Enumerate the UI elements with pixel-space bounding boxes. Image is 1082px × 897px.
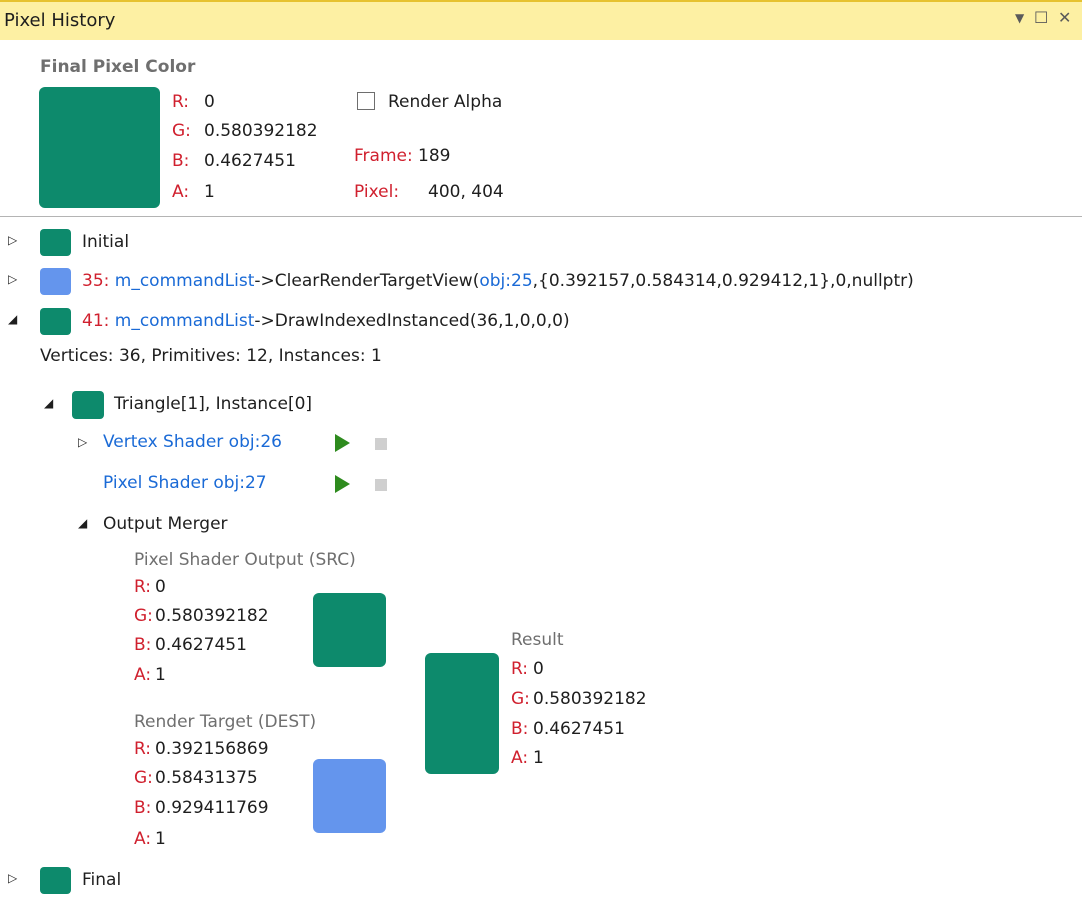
final-pixel-heading: Final Pixel Color bbox=[40, 57, 196, 77]
final-pixel-swatch bbox=[39, 87, 160, 208]
collapse-output-merger-icon[interactable]: ◢ bbox=[78, 516, 87, 530]
clear-event-row[interactable]: 35: m_commandList->ClearRenderTargetView… bbox=[82, 270, 914, 292]
final-row-label[interactable]: Final bbox=[82, 869, 121, 891]
clear-event-id: 35: bbox=[82, 271, 110, 291]
dest-g-value: 0.58431375 bbox=[155, 768, 258, 788]
dest-heading: Render Target (DEST) bbox=[134, 712, 317, 732]
dest-r-value: 0.392156869 bbox=[155, 739, 269, 759]
vertex-shader-play-icon[interactable] bbox=[335, 434, 350, 452]
result-g-value: 0.580392182 bbox=[533, 689, 647, 709]
draw-arrow: -> bbox=[254, 311, 275, 331]
expand-vertex-shader-icon[interactable]: ▷ bbox=[78, 435, 87, 449]
final-r-label: R: bbox=[172, 92, 190, 112]
dest-g-label: G: bbox=[134, 768, 153, 788]
tool-window-titlebar: Pixel History ▼ ☐ ✕ bbox=[0, 0, 1082, 40]
expand-final-icon[interactable]: ▷ bbox=[8, 871, 17, 885]
final-b-value: 0.4627451 bbox=[204, 151, 296, 171]
dest-b-label: B: bbox=[134, 798, 152, 818]
clear-call-start: ClearRenderTargetView( bbox=[274, 271, 480, 291]
render-alpha-label: Render Alpha bbox=[388, 92, 503, 112]
dest-swatch bbox=[313, 759, 386, 833]
final-a-value: 1 bbox=[204, 182, 215, 202]
final-b-label: B: bbox=[172, 151, 190, 171]
src-a-label: A: bbox=[134, 665, 152, 685]
src-heading: Pixel Shader Output (SRC) bbox=[134, 550, 356, 570]
pixel-shader-stop-icon[interactable] bbox=[375, 479, 387, 491]
frame-value: 189 bbox=[418, 146, 451, 166]
clear-swatch bbox=[40, 268, 71, 295]
result-g-label: G: bbox=[511, 689, 530, 709]
draw-call: DrawIndexedInstanced(36,1,0,0,0) bbox=[274, 311, 570, 331]
src-b-label: B: bbox=[134, 635, 152, 655]
src-r-label: R: bbox=[134, 577, 152, 597]
collapse-triangle-icon[interactable]: ◢ bbox=[44, 396, 53, 410]
frame-label: Frame: bbox=[354, 146, 413, 166]
clear-call-end: ,{0.392157,0.584314,0.929412,1},0,nullpt… bbox=[532, 271, 914, 291]
result-a-value: 1 bbox=[533, 748, 544, 768]
clear-obj-link[interactable]: obj:25 bbox=[479, 271, 532, 291]
maximize-icon[interactable]: ☐ bbox=[1034, 8, 1048, 27]
clear-object-link[interactable]: m_commandList bbox=[115, 271, 255, 291]
vertex-shader-stop-icon[interactable] bbox=[375, 438, 387, 450]
final-row-swatch bbox=[40, 867, 71, 894]
dest-a-value: 1 bbox=[155, 829, 166, 849]
src-r-value: 0 bbox=[155, 577, 166, 597]
pixel-label: Pixel: bbox=[354, 182, 400, 202]
triangle-label[interactable]: Triangle[1], Instance[0] bbox=[114, 393, 312, 415]
result-swatch bbox=[425, 653, 499, 774]
result-heading: Result bbox=[511, 630, 564, 650]
output-merger-label[interactable]: Output Merger bbox=[103, 513, 228, 535]
pixel-value: 400, 404 bbox=[428, 182, 504, 202]
final-r-value: 0 bbox=[204, 92, 215, 112]
clear-arrow: -> bbox=[254, 271, 275, 291]
src-b-value: 0.4627451 bbox=[155, 635, 247, 655]
initial-swatch bbox=[40, 229, 71, 256]
final-a-label: A: bbox=[172, 182, 190, 202]
dest-r-label: R: bbox=[134, 739, 152, 759]
close-icon[interactable]: ✕ bbox=[1058, 8, 1071, 27]
result-a-label: A: bbox=[511, 748, 529, 768]
final-g-label: G: bbox=[172, 121, 191, 141]
draw-event-row[interactable]: 41: m_commandList->DrawIndexedInstanced(… bbox=[82, 310, 570, 332]
result-r-value: 0 bbox=[533, 659, 544, 679]
draw-object-link[interactable]: m_commandList bbox=[115, 311, 255, 331]
pixel-shader-play-icon[interactable] bbox=[335, 475, 350, 493]
src-g-value: 0.580392182 bbox=[155, 606, 269, 626]
dest-a-label: A: bbox=[134, 829, 152, 849]
final-g-value: 0.580392182 bbox=[204, 121, 318, 141]
initial-label[interactable]: Initial bbox=[82, 231, 129, 253]
result-r-label: R: bbox=[511, 659, 529, 679]
src-swatch bbox=[313, 593, 386, 667]
window-dropdown-icon[interactable]: ▼ bbox=[1015, 11, 1024, 25]
render-alpha-checkbox[interactable] bbox=[357, 92, 375, 110]
src-g-label: G: bbox=[134, 606, 153, 626]
expand-clear-icon[interactable]: ▷ bbox=[8, 272, 17, 286]
pixel-shader-link[interactable]: Pixel Shader obj:27 bbox=[103, 472, 267, 494]
dest-b-value: 0.929411769 bbox=[155, 798, 269, 818]
draw-swatch bbox=[40, 308, 71, 335]
result-b-value: 0.4627451 bbox=[533, 719, 625, 739]
draw-event-id: 41: bbox=[82, 311, 110, 331]
triangle-swatch bbox=[72, 391, 104, 419]
draw-stats: Vertices: 36, Primitives: 12, Instances:… bbox=[40, 346, 382, 366]
header-divider bbox=[0, 216, 1082, 217]
result-b-label: B: bbox=[511, 719, 529, 739]
window-title: Pixel History bbox=[4, 10, 116, 31]
vertex-shader-link[interactable]: Vertex Shader obj:26 bbox=[103, 431, 282, 453]
expand-initial-icon[interactable]: ▷ bbox=[8, 233, 17, 247]
collapse-draw-icon[interactable]: ◢ bbox=[8, 312, 17, 326]
src-a-value: 1 bbox=[155, 665, 166, 685]
